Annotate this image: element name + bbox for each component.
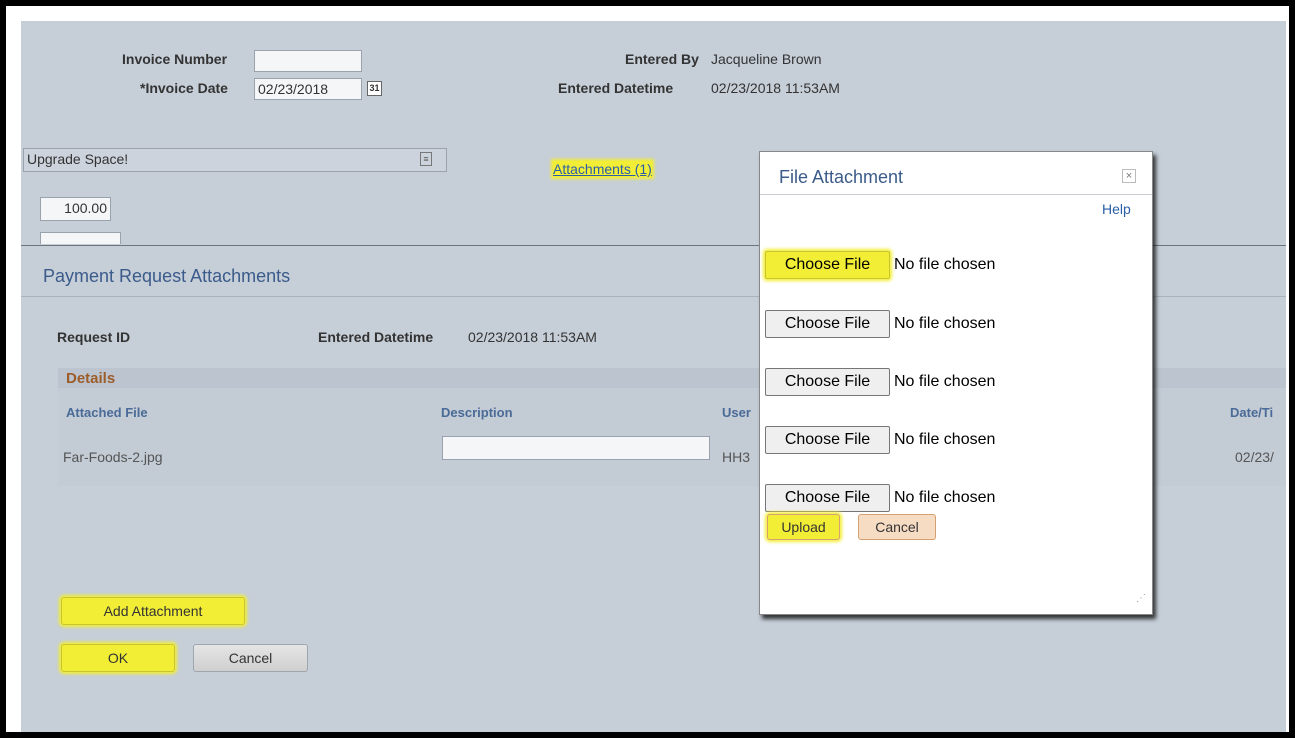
file-status-2: No file chosen bbox=[894, 315, 996, 332]
panel-title: Payment Request Attachments bbox=[43, 266, 291, 286]
partial-field bbox=[40, 232, 121, 244]
invoice-number-label: Invoice Number bbox=[122, 51, 228, 67]
screenshot-frame: Invoice Number *Invoice Date 02/23/2018 … bbox=[6, 6, 1289, 732]
attachments-link[interactable]: Attachments (1) bbox=[553, 161, 652, 177]
choose-file-button-4[interactable]: Choose File bbox=[765, 426, 890, 454]
entered-datetime-label: Entered Datetime bbox=[558, 80, 674, 96]
choose-file-button-1[interactable]: Choose File bbox=[765, 251, 890, 279]
row-datetime: 02/23/ bbox=[1235, 449, 1274, 465]
description-value: Upgrade Space! bbox=[27, 151, 129, 167]
choose-file-button-3[interactable]: Choose File bbox=[765, 368, 890, 396]
request-id-label: Request ID bbox=[57, 329, 131, 345]
col-datetime: Date/Ti bbox=[1230, 405, 1274, 420]
file-status-5: No file chosen bbox=[894, 489, 996, 506]
panel-entered-datetime-value: 02/23/2018 11:53AM bbox=[468, 329, 597, 345]
choose-file-button-5[interactable]: Choose File bbox=[765, 484, 890, 512]
add-attachment-button[interactable]: Add Attachment bbox=[61, 597, 245, 625]
invoice-number-input[interactable] bbox=[254, 50, 362, 72]
col-attached-file: Attached File bbox=[66, 405, 148, 420]
cancel-button[interactable]: Cancel bbox=[193, 644, 308, 672]
upload-button[interactable]: Upload bbox=[767, 514, 840, 540]
file-status-4: No file chosen bbox=[894, 431, 996, 448]
payment-request-page: Invoice Number *Invoice Date 02/23/2018 … bbox=[21, 21, 1286, 732]
file-status-1: No file chosen bbox=[894, 256, 996, 273]
description-field[interactable]: Upgrade Space! ≡ bbox=[23, 148, 447, 172]
amount-field[interactable]: 100.00 bbox=[40, 197, 111, 221]
dialog-title: File Attachment bbox=[779, 167, 904, 187]
entered-by-value: Jacqueline Brown bbox=[711, 51, 822, 67]
calendar-icon[interactable]: 31 bbox=[367, 81, 382, 96]
col-description: Description bbox=[441, 405, 513, 420]
row-description-input[interactable] bbox=[442, 436, 710, 460]
file-attachment-dialog: File Attachment × Help Choose File No fi… bbox=[759, 151, 1153, 615]
row-user: HH3 bbox=[722, 449, 751, 465]
file-status-3: No file chosen bbox=[894, 373, 996, 390]
entered-datetime-value: 02/23/2018 11:53AM bbox=[711, 80, 840, 96]
dialog-cancel-button[interactable]: Cancel bbox=[858, 514, 936, 540]
dialog-title-divider bbox=[760, 194, 1152, 195]
panel-entered-datetime-label: Entered Datetime bbox=[318, 329, 434, 345]
expand-text-icon[interactable]: ≡ bbox=[420, 152, 432, 166]
resize-handle-icon[interactable]: ⋰ bbox=[1134, 594, 1146, 606]
col-user: User bbox=[722, 405, 751, 420]
entered-by-label: Entered By bbox=[625, 51, 699, 67]
choose-file-button-2[interactable]: Choose File bbox=[765, 310, 890, 338]
close-icon[interactable]: × bbox=[1122, 169, 1136, 183]
row-attached-file: Far-Foods-2.jpg bbox=[63, 449, 163, 465]
help-link[interactable]: Help bbox=[1102, 201, 1131, 217]
details-title: Details bbox=[66, 370, 116, 387]
ok-button[interactable]: OK bbox=[61, 644, 175, 672]
invoice-date-input[interactable]: 02/23/2018 bbox=[254, 78, 362, 100]
invoice-date-label: *Invoice Date bbox=[140, 80, 228, 96]
